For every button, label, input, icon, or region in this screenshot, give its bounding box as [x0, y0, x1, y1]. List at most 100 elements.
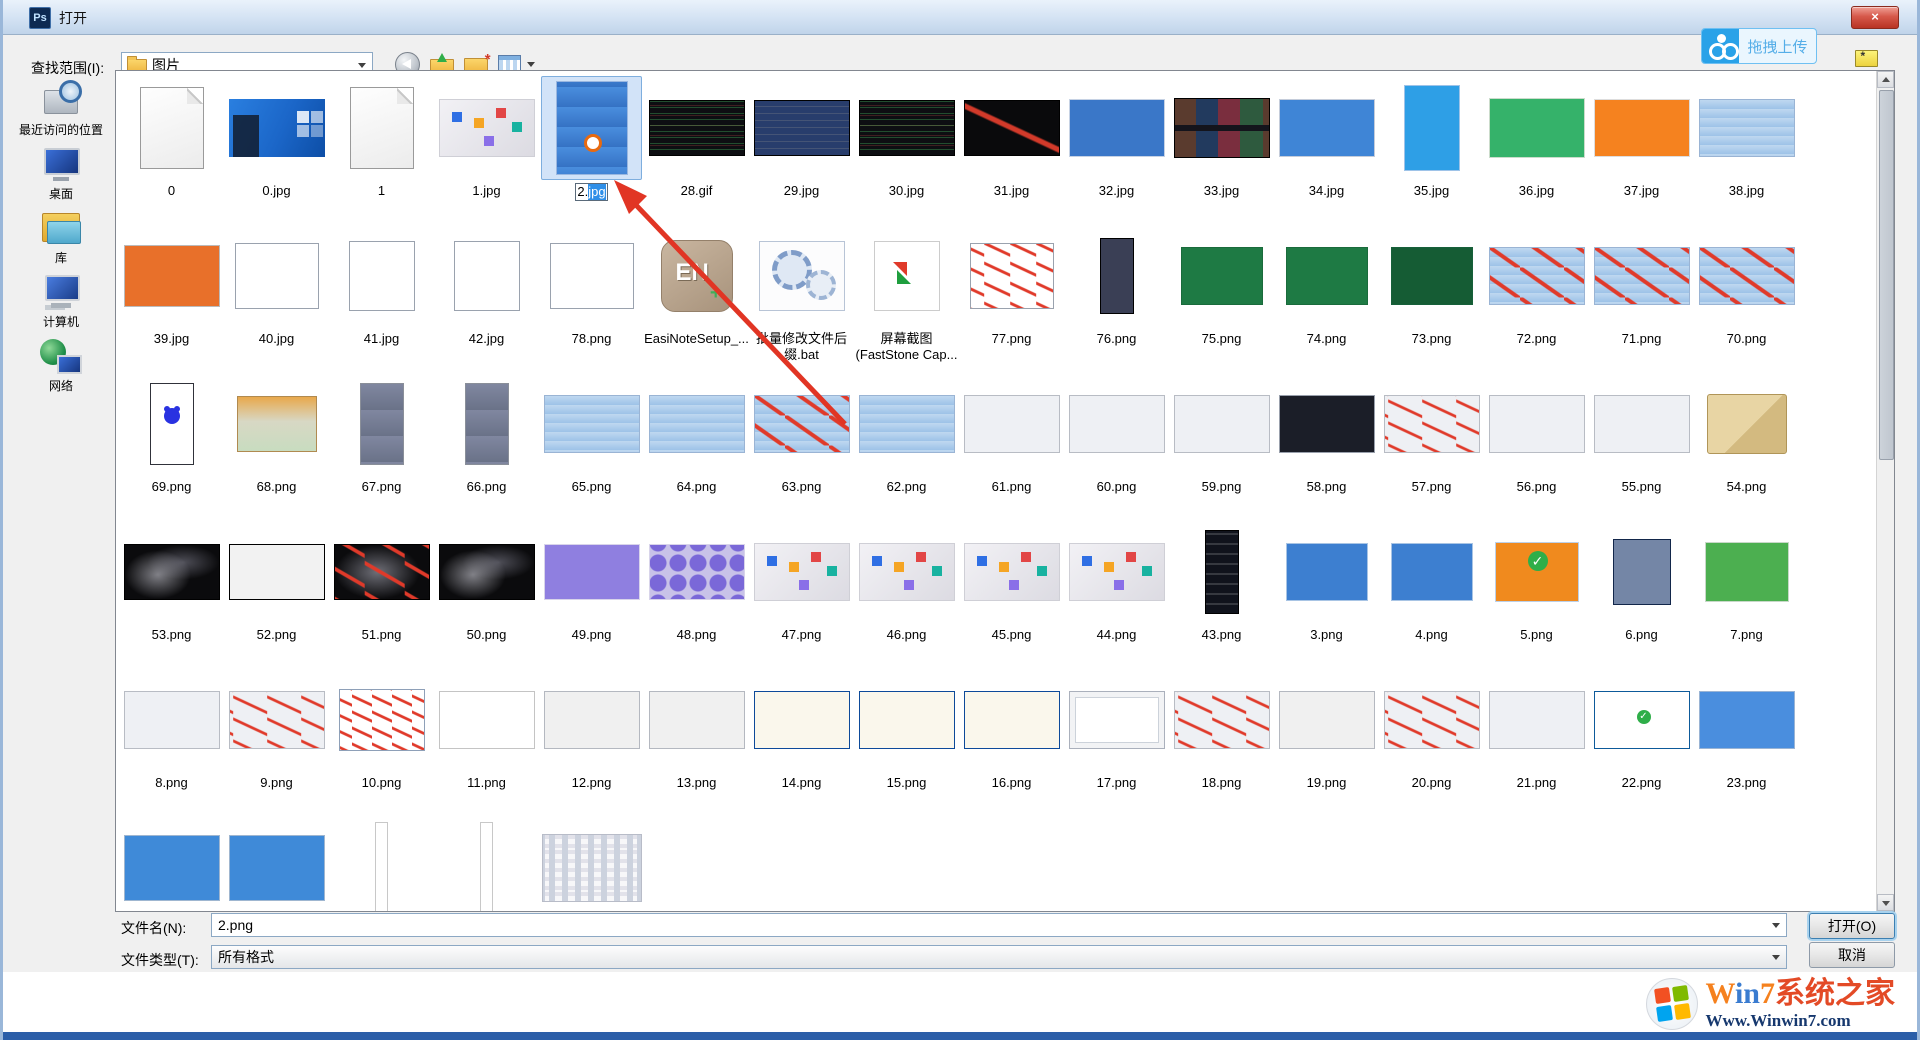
file-item[interactable]: 5.png: [1484, 520, 1589, 668]
file-item[interactable]: 12.png: [539, 668, 644, 816]
file-item[interactable]: 72.png: [1484, 224, 1589, 372]
file-item[interactable]: 屏幕截图 (FastStone Cap...: [854, 224, 959, 372]
mini-new-folder-icon[interactable]: *: [1855, 48, 1879, 67]
scroll-up-arrow[interactable]: [1877, 71, 1894, 88]
file-item[interactable]: 47.png: [749, 520, 854, 668]
file-item[interactable]: 39.jpg: [119, 224, 224, 372]
file-item[interactable]: 62.png: [854, 372, 959, 520]
file-item[interactable]: 67.png: [329, 372, 434, 520]
scroll-down-arrow[interactable]: [1877, 894, 1894, 911]
cancel-button[interactable]: 取消: [1809, 942, 1895, 968]
file-item[interactable]: 37.jpg: [1589, 76, 1694, 224]
rename-edit-field[interactable]: 2.jpg: [575, 183, 607, 201]
file-item[interactable]: 9.png: [224, 668, 329, 816]
file-item[interactable]: 21.png: [1484, 668, 1589, 816]
file-item[interactable]: 28.gif: [644, 76, 749, 224]
open-button[interactable]: 打开(O): [1809, 913, 1895, 939]
file-name-input[interactable]: 2.png: [211, 913, 1787, 937]
file-item[interactable]: 45.png: [959, 520, 1064, 668]
file-item[interactable]: 7.png: [1694, 520, 1799, 668]
file-item[interactable]: 46.png: [854, 520, 959, 668]
file-item[interactable]: 40.jpg: [224, 224, 329, 372]
file-item[interactable]: 41.jpg: [329, 224, 434, 372]
file-item[interactable]: 22.png: [1589, 668, 1694, 816]
close-button[interactable]: ×: [1851, 6, 1899, 29]
file-item[interactable]: [329, 816, 434, 912]
file-item[interactable]: 64.png: [644, 372, 749, 520]
file-item[interactable]: 1.jpg: [434, 76, 539, 224]
sidebar-place-item[interactable]: 网络: [9, 336, 113, 400]
file-item[interactable]: 18.png: [1169, 668, 1274, 816]
file-item[interactable]: 58.png: [1274, 372, 1379, 520]
file-item[interactable]: 17.png: [1064, 668, 1169, 816]
file-item[interactable]: 19.png: [1274, 668, 1379, 816]
file-item[interactable]: 0.jpg: [224, 76, 329, 224]
file-item[interactable]: 44.png: [1064, 520, 1169, 668]
file-item[interactable]: 10.png: [329, 668, 434, 816]
file-item[interactable]: 11.png: [434, 668, 539, 816]
file-item[interactable]: 30.jpg: [854, 76, 959, 224]
file-item[interactable]: 4.png: [1379, 520, 1484, 668]
scrollbar-thumb[interactable]: [1879, 90, 1894, 460]
file-item[interactable]: 36.jpg: [1484, 76, 1589, 224]
file-item[interactable]: 77.png: [959, 224, 1064, 372]
file-item[interactable]: 35.jpg: [1379, 76, 1484, 224]
file-item[interactable]: 3.png: [1274, 520, 1379, 668]
file-item[interactable]: 57.png: [1379, 372, 1484, 520]
file-type-dropdown[interactable]: 所有格式: [211, 945, 1787, 969]
file-item[interactable]: 1: [329, 76, 434, 224]
file-item[interactable]: 68.png: [224, 372, 329, 520]
file-item[interactable]: 34.jpg: [1274, 76, 1379, 224]
file-item[interactable]: 43.png: [1169, 520, 1274, 668]
file-item[interactable]: 70.png: [1694, 224, 1799, 372]
file-item[interactable]: 23.png: [1694, 668, 1799, 816]
file-item[interactable]: 71.png: [1589, 224, 1694, 372]
file-item[interactable]: 49.png: [539, 520, 644, 668]
file-item[interactable]: 76.png: [1064, 224, 1169, 372]
file-item[interactable]: 73.png: [1379, 224, 1484, 372]
file-item[interactable]: 20.png: [1379, 668, 1484, 816]
file-item[interactable]: 16.png: [959, 668, 1064, 816]
file-item[interactable]: 74.png: [1274, 224, 1379, 372]
file-item[interactable]: 65.png: [539, 372, 644, 520]
file-item[interactable]: 52.png: [224, 520, 329, 668]
file-item[interactable]: 53.png: [119, 520, 224, 668]
sidebar-place-item[interactable]: 计算机: [9, 272, 113, 336]
sidebar-place-item[interactable]: 最近访问的位置: [9, 80, 113, 144]
file-item[interactable]: [539, 816, 644, 912]
file-item[interactable]: 66.png: [434, 372, 539, 520]
file-item[interactable]: 8.png: [119, 668, 224, 816]
sidebar-place-item[interactable]: 桌面: [9, 144, 113, 208]
file-item[interactable]: 55.png: [1589, 372, 1694, 520]
file-item[interactable]: 78.png: [539, 224, 644, 372]
file-item[interactable]: 32.jpg: [1064, 76, 1169, 224]
file-item[interactable]: 56.png: [1484, 372, 1589, 520]
file-item[interactable]: [119, 816, 224, 912]
file-item[interactable]: 59.png: [1169, 372, 1274, 520]
file-item[interactable]: 批量修改文件后缀.bat: [749, 224, 854, 372]
vertical-scrollbar[interactable]: [1876, 71, 1894, 911]
file-item[interactable]: 2.jpg: [539, 76, 644, 224]
file-item[interactable]: 0: [119, 76, 224, 224]
drag-upload-button[interactable]: 拖拽上传: [1701, 28, 1817, 64]
file-item[interactable]: EasiNoteSetup_...: [644, 224, 749, 372]
file-item[interactable]: 69.png: [119, 372, 224, 520]
file-item[interactable]: 14.png: [749, 668, 854, 816]
file-item[interactable]: 13.png: [644, 668, 749, 816]
file-item[interactable]: 15.png: [854, 668, 959, 816]
file-item[interactable]: 42.jpg: [434, 224, 539, 372]
sidebar-place-item[interactable]: 库: [9, 208, 113, 272]
file-item[interactable]: 31.jpg: [959, 76, 1064, 224]
file-item[interactable]: [434, 816, 539, 912]
file-item[interactable]: 61.png: [959, 372, 1064, 520]
file-item[interactable]: [224, 816, 329, 912]
file-item[interactable]: 51.png: [329, 520, 434, 668]
file-item[interactable]: 48.png: [644, 520, 749, 668]
file-item[interactable]: 50.png: [434, 520, 539, 668]
file-item[interactable]: 63.png: [749, 372, 854, 520]
file-item[interactable]: 38.jpg: [1694, 76, 1799, 224]
file-item[interactable]: 29.jpg: [749, 76, 854, 224]
file-item[interactable]: 54.png: [1694, 372, 1799, 520]
file-item[interactable]: 75.png: [1169, 224, 1274, 372]
file-item[interactable]: 33.jpg: [1169, 76, 1274, 224]
